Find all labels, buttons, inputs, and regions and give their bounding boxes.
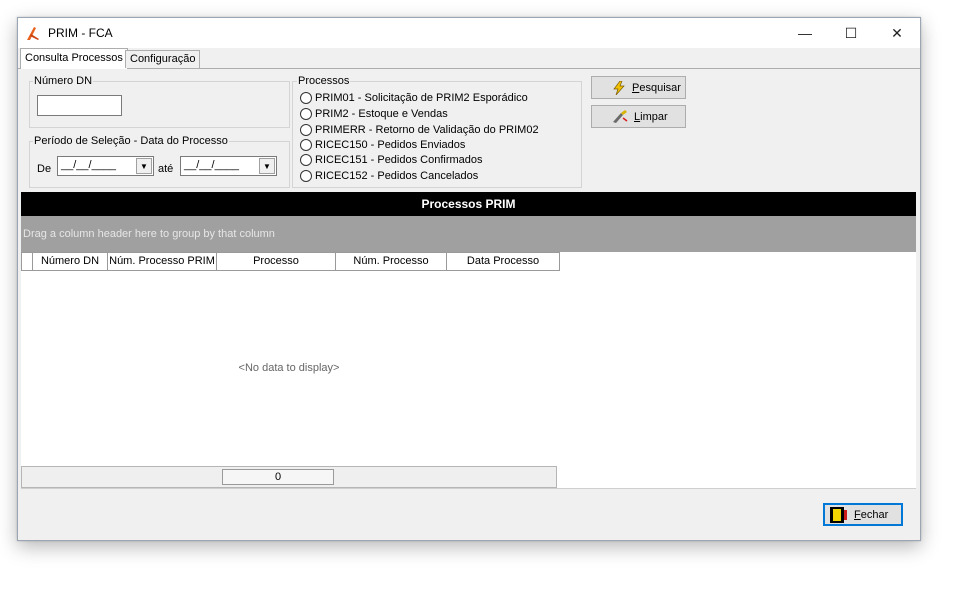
radio-label: PRIM2 - Estoque e Vendas: [315, 108, 448, 120]
grid-header-row: Número DN Núm. Processo PRIM Processo Nú…: [21, 252, 560, 271]
radio-prim01[interactable]: PRIM01 - Solicitação de PRIM2 Esporádico: [300, 90, 528, 106]
radio-circle-icon[interactable]: [300, 154, 312, 166]
ate-label: até: [158, 163, 174, 175]
tab-configuracao[interactable]: Configuração: [125, 50, 201, 68]
column-header-data-processo[interactable]: Data Processo: [447, 252, 560, 271]
limpar-label: impar: [640, 110, 668, 123]
minimize-button[interactable]: —: [782, 18, 828, 48]
radio-ricec151[interactable]: RICEC151 - Pedidos Confirmados: [300, 152, 483, 168]
column-header-num-processo-prim[interactable]: Núm. Processo PRIM: [108, 252, 217, 271]
numero-dn-input[interactable]: [37, 95, 122, 116]
tab-strip: Consulta Processos Configuração: [18, 48, 920, 69]
lightning-icon: [613, 80, 625, 95]
radio-label: RICEC151 - Pedidos Confirmados: [315, 154, 483, 166]
title-bar: PRIM - FCA — ☐ ✕: [18, 18, 920, 48]
row-indicator-header[interactable]: [21, 252, 33, 271]
eraser-icon: [613, 109, 628, 123]
radio-primerr[interactable]: PRIMERR - Retorno de Validação do PRIM02: [300, 122, 539, 138]
group-by-panel[interactable]: Drag a column header here to group by th…: [21, 216, 916, 252]
door-exit-icon: [830, 506, 847, 523]
radio-circle-icon[interactable]: [300, 108, 312, 120]
date-from-value: __/__/____: [61, 159, 117, 171]
radio-circle-icon[interactable]: [300, 139, 312, 151]
radio-prim2[interactable]: PRIM2 - Estoque e Vendas: [300, 106, 448, 122]
grid-title: Processos PRIM: [21, 192, 916, 216]
date-from-picker[interactable]: __/__/____ ▼: [57, 156, 154, 176]
footer-count: 0: [222, 469, 334, 485]
app-window: PRIM - FCA — ☐ ✕ Consulta Processos Conf…: [17, 17, 921, 541]
maximize-button[interactable]: ☐: [828, 18, 874, 48]
de-label: De: [37, 163, 52, 175]
periodo-label: Período de Seleção - Data do Processo: [33, 135, 229, 147]
radio-label: RICEC152 - Pedidos Cancelados: [315, 170, 479, 182]
prim-logo-icon: [27, 27, 39, 40]
fechar-accel: F: [854, 508, 861, 521]
chevron-down-icon[interactable]: ▼: [136, 158, 152, 174]
numero-dn-label: Número DN: [33, 75, 94, 87]
radio-ricec150[interactable]: RICEC150 - Pedidos Enviados: [300, 137, 465, 153]
column-header-numero-dn[interactable]: Número DN: [33, 252, 108, 271]
radio-label: PRIMERR - Retorno de Validação do PRIM02: [315, 124, 539, 136]
date-to-picker[interactable]: __/__/____ ▼: [180, 156, 277, 176]
grid-footer: 0: [21, 466, 557, 488]
column-header-processo[interactable]: Processo: [217, 252, 336, 271]
fechar-button[interactable]: Fechar: [823, 503, 903, 526]
radio-label: PRIM01 - Solicitação de PRIM2 Esporádico: [315, 92, 528, 104]
no-data-message: <No data to display>: [238, 362, 340, 374]
chevron-down-icon[interactable]: ▼: [259, 158, 275, 174]
radio-circle-icon[interactable]: [300, 170, 312, 182]
close-button[interactable]: ✕: [874, 18, 920, 48]
processos-label: Processos: [297, 75, 351, 87]
processos-grid[interactable]: Número DN Núm. Processo PRIM Processo Nú…: [21, 252, 916, 488]
maximize-icon: ☐: [844, 24, 858, 41]
date-to-value: __/__/____: [184, 159, 240, 171]
tab-consulta-processos[interactable]: Consulta Processos: [20, 48, 128, 69]
fechar-label: echar: [860, 508, 889, 521]
radio-circle-icon[interactable]: [300, 124, 312, 136]
window-title: PRIM - FCA: [48, 26, 113, 40]
bottom-bar: Fechar: [21, 488, 916, 537]
radio-ricec152[interactable]: RICEC152 - Pedidos Cancelados: [300, 168, 478, 184]
column-header-num-processo[interactable]: Núm. Processo: [336, 252, 447, 271]
close-icon: ✕: [891, 24, 903, 41]
radio-circle-icon[interactable]: [300, 92, 312, 104]
limpar-button[interactable]: Limpar: [591, 105, 686, 128]
pesquisar-label: esquisar: [639, 81, 681, 94]
radio-label: RICEC150 - Pedidos Enviados: [315, 139, 466, 151]
minimize-icon: —: [798, 25, 812, 41]
pesquisar-button[interactable]: Pesquisar: [591, 76, 686, 99]
